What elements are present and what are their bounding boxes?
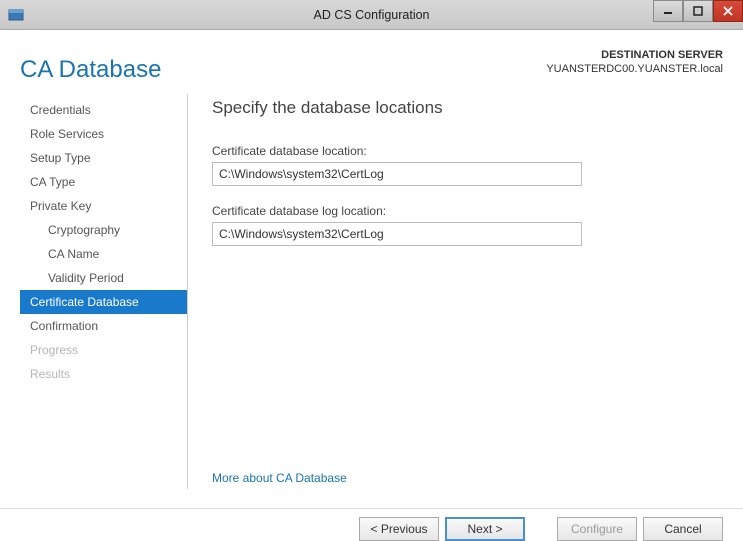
sidebar-item-private-key[interactable]: Private Key <box>20 194 187 218</box>
sidebar-item-progress: Progress <box>20 338 187 362</box>
main-heading: Specify the database locations <box>212 98 723 118</box>
db-location-label: Certificate database location: <box>212 144 723 158</box>
main-panel: Specify the database locations Certifica… <box>188 94 723 489</box>
db-location-group: Certificate database location: <box>212 144 723 186</box>
sidebar-item-ca-type[interactable]: CA Type <box>20 170 187 194</box>
minimize-button[interactable] <box>653 0 683 22</box>
body: CredentialsRole ServicesSetup TypeCA Typ… <box>0 94 743 489</box>
log-location-input[interactable] <box>212 222 582 246</box>
sidebar-item-role-services[interactable]: Role Services <box>20 122 187 146</box>
log-location-group: Certificate database log location: <box>212 204 723 246</box>
button-spacer <box>531 517 551 541</box>
maximize-button[interactable] <box>683 0 713 22</box>
sidebar-item-confirmation[interactable]: Confirmation <box>20 314 187 338</box>
help-link[interactable]: More about CA Database <box>212 471 347 485</box>
destination-label: DESTINATION SERVER <box>546 48 723 62</box>
titlebar: AD CS Configuration <box>0 0 743 30</box>
next-button[interactable]: Next > <box>445 517 525 541</box>
log-location-label: Certificate database log location: <box>212 204 723 218</box>
destination-block: DESTINATION SERVER YUANSTERDC00.YUANSTER… <box>546 48 723 77</box>
close-button[interactable] <box>713 0 743 22</box>
app-icon <box>6 5 26 25</box>
window-title: AD CS Configuration <box>0 8 743 22</box>
sidebar-item-certificate-database[interactable]: Certificate Database <box>20 290 187 314</box>
cancel-button[interactable]: Cancel <box>643 517 723 541</box>
configure-button[interactable]: Configure <box>557 517 637 541</box>
footer: < Previous Next > Configure Cancel <box>0 508 743 541</box>
sidebar-item-setup-type[interactable]: Setup Type <box>20 146 187 170</box>
page-title: CA Database <box>20 56 161 84</box>
sidebar: CredentialsRole ServicesSetup TypeCA Typ… <box>20 94 188 489</box>
sidebar-item-validity-period[interactable]: Validity Period <box>20 266 187 290</box>
header: CA Database DESTINATION SERVER YUANSTERD… <box>0 30 743 94</box>
sidebar-item-results: Results <box>20 362 187 386</box>
sidebar-item-ca-name[interactable]: CA Name <box>20 242 187 266</box>
sidebar-item-credentials[interactable]: Credentials <box>20 98 187 122</box>
destination-value: YUANSTERDC00.YUANSTER.local <box>546 62 723 76</box>
window-controls <box>653 0 743 22</box>
sidebar-item-cryptography[interactable]: Cryptography <box>20 218 187 242</box>
db-location-input[interactable] <box>212 162 582 186</box>
previous-button[interactable]: < Previous <box>359 517 439 541</box>
